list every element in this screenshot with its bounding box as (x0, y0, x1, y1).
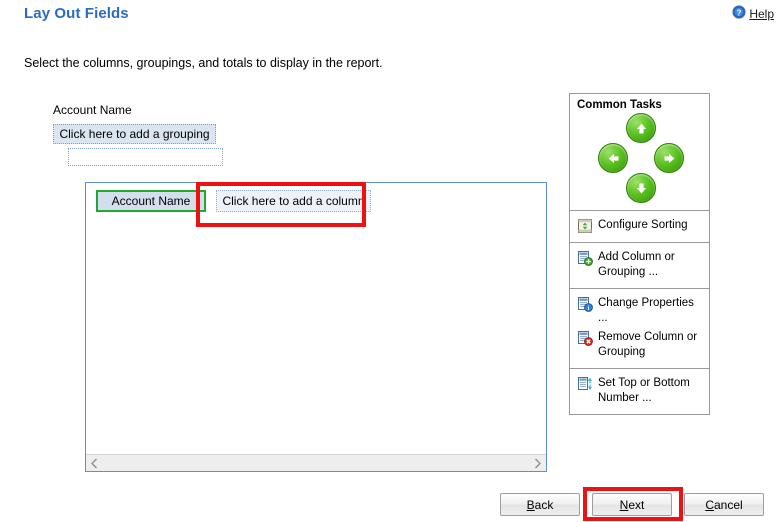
grouping-field-label: Account Name (53, 103, 132, 117)
add-column-button[interactable]: Click here to add a column (216, 190, 371, 212)
task-change-properties[interactable]: i Change Properties ... (577, 294, 704, 328)
help-link[interactable]: ? Help (732, 5, 774, 22)
next-button-accel: N (619, 497, 629, 512)
task-label: Remove Column or Grouping (598, 331, 698, 358)
svg-text:i: i (588, 305, 590, 312)
next-button-suffix: ext (628, 497, 645, 512)
task-group-sorting: Configure Sorting (570, 210, 709, 242)
remove-column-icon (577, 330, 593, 346)
empty-grouping-placeholder[interactable] (68, 148, 223, 166)
arrow-up-icon[interactable] (626, 113, 656, 143)
cancel-button[interactable]: Cancel (684, 493, 764, 516)
task-label: Configure Sorting (598, 219, 688, 231)
task-group-top-bottom: Set Top or Bottom Number ... (570, 368, 709, 414)
top-bottom-icon (577, 376, 593, 392)
next-button[interactable]: Next (592, 493, 672, 516)
svg-text:?: ? (737, 8, 742, 17)
help-link-label: Help (749, 6, 774, 21)
task-group-add: Add Column or Grouping ... (570, 242, 709, 288)
chevron-left-icon[interactable] (86, 455, 103, 472)
task-configure-sorting[interactable]: Configure Sorting (577, 216, 704, 236)
common-tasks-panel: Common Tasks Configure Sorting Add Colum… (569, 93, 710, 415)
instruction-text: Select the columns, groupings, and total… (24, 56, 383, 70)
column-header-row: Account Name Click here to add a column (96, 190, 371, 212)
back-button-accel: B (526, 497, 535, 512)
back-button-suffix: ack (534, 497, 554, 512)
arrow-down-icon[interactable] (626, 173, 656, 203)
arrow-left-icon[interactable] (598, 143, 628, 173)
cancel-button-suffix: ancel (713, 497, 743, 512)
column-header-account-name[interactable]: Account Name (96, 190, 206, 212)
help-circle-icon: ? (732, 5, 746, 22)
sort-icon (577, 218, 593, 234)
common-tasks-title: Common Tasks (577, 99, 662, 111)
arrow-right-icon[interactable] (654, 143, 684, 173)
task-set-top-or-bottom-number[interactable]: Set Top or Bottom Number ... (577, 374, 704, 408)
task-remove-column-or-grouping[interactable]: Remove Column or Grouping (577, 328, 704, 362)
move-arrows-pad (570, 113, 709, 210)
task-group-modify: i Change Properties ... Remove Column or… (570, 288, 709, 368)
report-design-panel: Account Name Click here to add a column (85, 182, 547, 472)
back-button[interactable]: Back (500, 493, 580, 516)
task-label: Change Properties ... (598, 297, 694, 324)
add-grouping-button[interactable]: Click here to add a grouping (53, 124, 216, 144)
horizontal-scrollbar[interactable] (86, 454, 546, 471)
properties-icon: i (577, 296, 593, 312)
chevron-right-icon[interactable] (529, 455, 546, 472)
cancel-button-accel: C (705, 497, 714, 512)
task-add-column-or-grouping[interactable]: Add Column or Grouping ... (577, 248, 704, 282)
task-label: Set Top or Bottom Number ... (598, 377, 690, 404)
task-label: Add Column or Grouping ... (598, 251, 675, 278)
page-title: Lay Out Fields (24, 5, 129, 22)
add-column-icon (577, 250, 593, 266)
